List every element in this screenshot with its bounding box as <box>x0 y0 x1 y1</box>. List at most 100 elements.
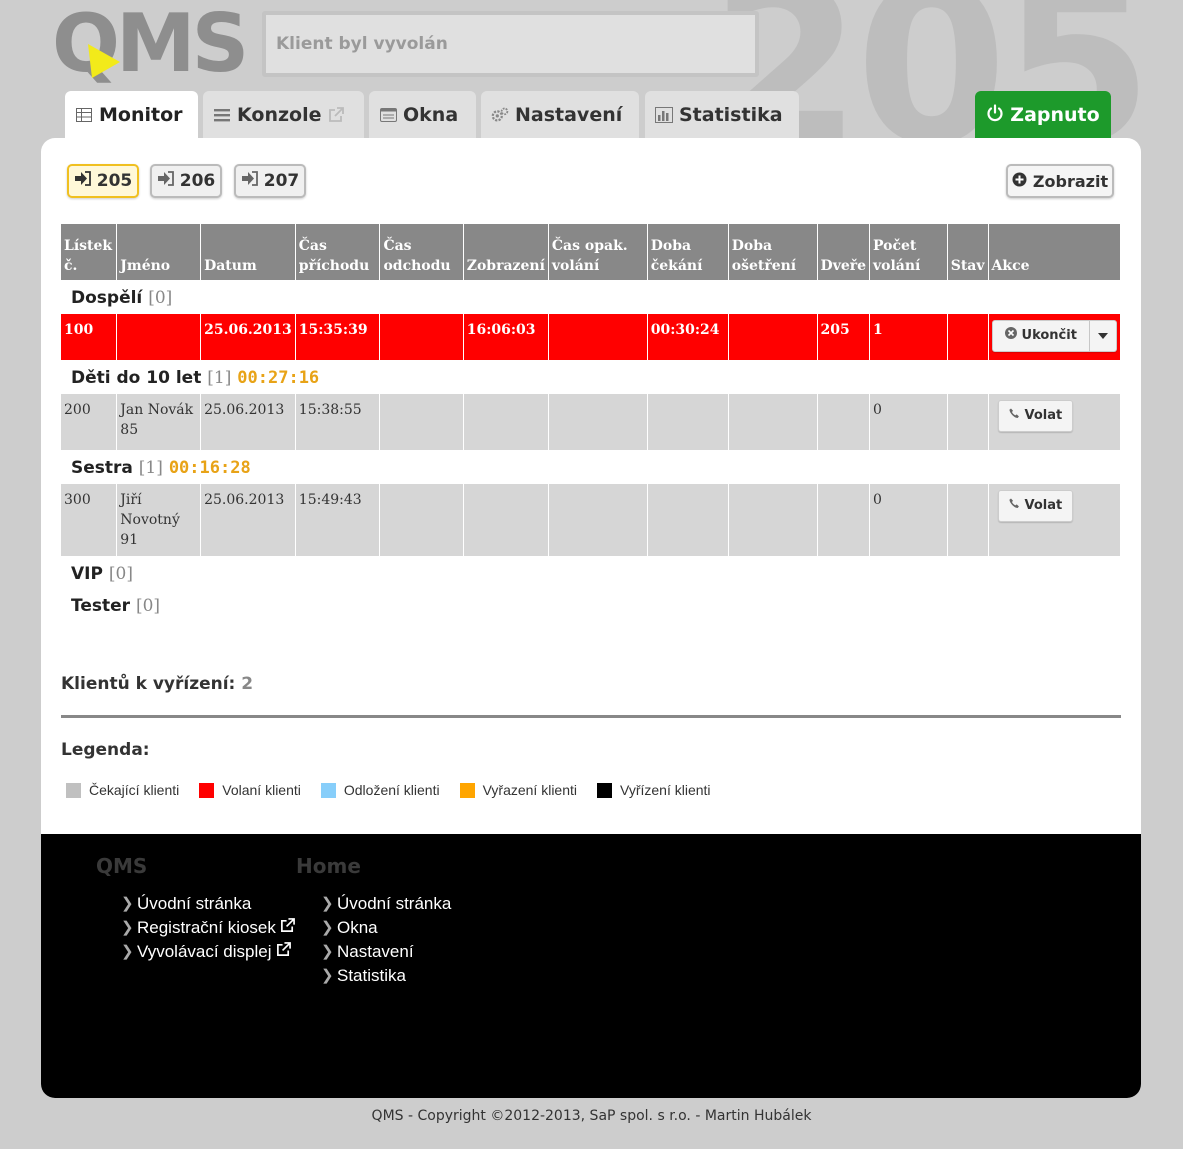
call-count-cell: 1 <box>869 314 948 360</box>
tab-nastaveni[interactable]: Nastavení <box>481 91 639 139</box>
departure-cell <box>379 394 464 450</box>
name-cell: Jan Novák 85 <box>116 394 202 450</box>
window-button-206[interactable]: 206 <box>150 164 222 198</box>
state-cell <box>947 314 989 360</box>
footer-link-statistics[interactable]: ❯ Statistika <box>321 964 451 988</box>
tab-konzole[interactable]: Konzole <box>203 91 364 139</box>
bar-chart-icon <box>655 106 673 124</box>
window-button-205[interactable]: 205 <box>67 164 139 198</box>
ticket-cell: 200 <box>61 394 118 450</box>
service-time-cell <box>728 484 818 556</box>
legend-swatch <box>459 782 475 798</box>
group-count: [0] <box>148 288 173 308</box>
external-link-icon <box>276 940 291 964</box>
footer-link-home[interactable]: ❯ Úvodní stránka <box>321 892 451 916</box>
tab-label: Nastavení <box>515 104 623 126</box>
chevron-right-icon: ❯ <box>321 967 334 984</box>
footer-link-kiosk[interactable]: ❯ Registrační kiosek <box>121 916 295 940</box>
window-button-207[interactable]: 207 <box>234 164 306 198</box>
tab-label: Okna <box>403 104 459 126</box>
group-wait-time: 00:27:16 <box>237 368 320 388</box>
departure-cell <box>379 314 464 360</box>
power-icon <box>986 103 1004 127</box>
footer-column-home: Home ❯ Úvodní stránka ❯ Okna ❯ Nastavení ❯ S… <box>296 854 451 988</box>
recall-cell <box>548 314 648 360</box>
group-wait-time: 00:16:28 <box>168 458 251 478</box>
footer-link-display[interactable]: ❯ Vyvolávací displej <box>121 940 295 964</box>
arrival-cell: 15:38:55 <box>295 394 381 450</box>
main-panel: 205 206 207 Zobrazit Lístek č. Jméno Dat… <box>41 138 1141 1098</box>
finish-button-label: Ukončit <box>1021 328 1077 343</box>
finish-dropdown-toggle[interactable] <box>1089 320 1117 352</box>
door-cell: 205 <box>817 314 871 360</box>
status-toggle-button[interactable]: Zapnuto <box>975 91 1111 139</box>
column-header: Doba čekání <box>647 224 729 280</box>
window-button-label: 206 <box>179 171 216 191</box>
cogs-icon <box>491 106 509 124</box>
phone-icon <box>1008 406 1020 426</box>
logo-arrow-icon <box>88 44 120 78</box>
finish-button[interactable]: Ukončit <box>991 320 1090 352</box>
call-button[interactable]: Volat <box>997 400 1074 432</box>
column-header: Lístek č. <box>61 224 118 280</box>
group-row-dospeli: Dospělí [0] <box>61 280 1121 314</box>
table-icon <box>75 106 93 124</box>
call-button[interactable]: Volat <box>997 490 1074 522</box>
group-count: [0] <box>135 596 161 616</box>
arrival-cell: 15:49:43 <box>295 484 381 556</box>
column-header: Akce <box>988 224 1122 280</box>
footer-column-title: Home <box>296 854 361 878</box>
column-header: Čas odchodu <box>379 224 464 280</box>
pending-count: 2 <box>241 674 254 694</box>
wait-time-cell <box>647 484 729 556</box>
group-name: Tester <box>71 596 131 616</box>
status-message: Klient byl vyvolán <box>262 11 759 77</box>
chevron-right-icon: ❯ <box>121 943 134 960</box>
external-link-icon <box>327 106 345 124</box>
status-toggle-label: Zapnuto <box>1010 104 1100 126</box>
copyright: QMS - Copyright ©2012-2013, SaP spol. s … <box>371 1108 812 1124</box>
date-cell: 25.06.2013 <box>200 314 296 360</box>
date-cell: 25.06.2013 <box>200 394 296 450</box>
divider <box>61 715 1121 718</box>
tab-label: Monitor <box>99 104 183 126</box>
close-circle-icon <box>1004 326 1017 346</box>
external-link-icon <box>280 916 295 940</box>
sign-in-icon <box>157 171 174 191</box>
display-cell <box>463 484 549 556</box>
date-cell: 25.06.2013 <box>200 484 296 556</box>
action-cell: Volat <box>988 484 1122 556</box>
table-row[interactable]: 100 25.06.2013 15:35:39 16:06:03 00:30:2… <box>61 314 1122 360</box>
footer-link-windows[interactable]: ❯ Okna <box>321 916 451 940</box>
group-row-deti: Děti do 10 let [1] 00:27:16 <box>61 360 1121 394</box>
finish-split-button: Ukončit <box>991 320 1117 352</box>
footer-link-settings[interactable]: ❯ Nastavení <box>321 940 451 964</box>
tab-okna[interactable]: Okna <box>369 91 476 139</box>
legend-label: Vyřízení klienti <box>620 782 711 798</box>
show-button[interactable]: Zobrazit <box>1006 164 1114 198</box>
legend-title: Legenda: <box>61 740 150 760</box>
footer-column-title: QMS <box>96 854 148 878</box>
legend-label: Odložení klienti <box>343 782 440 798</box>
group-count: [1] <box>138 458 163 478</box>
tab-label: Statistika <box>679 104 783 126</box>
action-cell: Ukončit <box>988 314 1122 360</box>
ticket-cell: 100 <box>61 314 118 360</box>
legend-label: Vyřazení klienti <box>482 782 578 798</box>
legend-swatch <box>199 782 215 798</box>
table-row[interactable]: 200 Jan Novák 85 25.06.2013 15:38:55 0 V… <box>61 394 1122 450</box>
wait-time-cell: 00:30:24 <box>647 314 729 360</box>
legend-item-called: Volaní klienti <box>199 782 301 798</box>
column-header: Doba ošetření <box>728 224 818 280</box>
call-button-label: Volat <box>1024 498 1063 513</box>
footer-link-home[interactable]: ❯ Úvodní stránka <box>121 892 295 916</box>
column-header: Čas příchodu <box>295 224 381 280</box>
tab-statistika[interactable]: Statistika <box>645 91 799 139</box>
column-header: Datum <box>200 224 296 280</box>
table-row[interactable]: 300 Jiří Novotný 91 25.06.2013 15:49:43 … <box>61 484 1122 556</box>
legend-label: Volaní klienti <box>222 782 301 798</box>
chevron-right-icon: ❯ <box>321 919 334 936</box>
tab-monitor[interactable]: Monitor <box>65 91 198 139</box>
sign-in-icon <box>241 171 258 191</box>
recall-cell <box>548 484 648 556</box>
